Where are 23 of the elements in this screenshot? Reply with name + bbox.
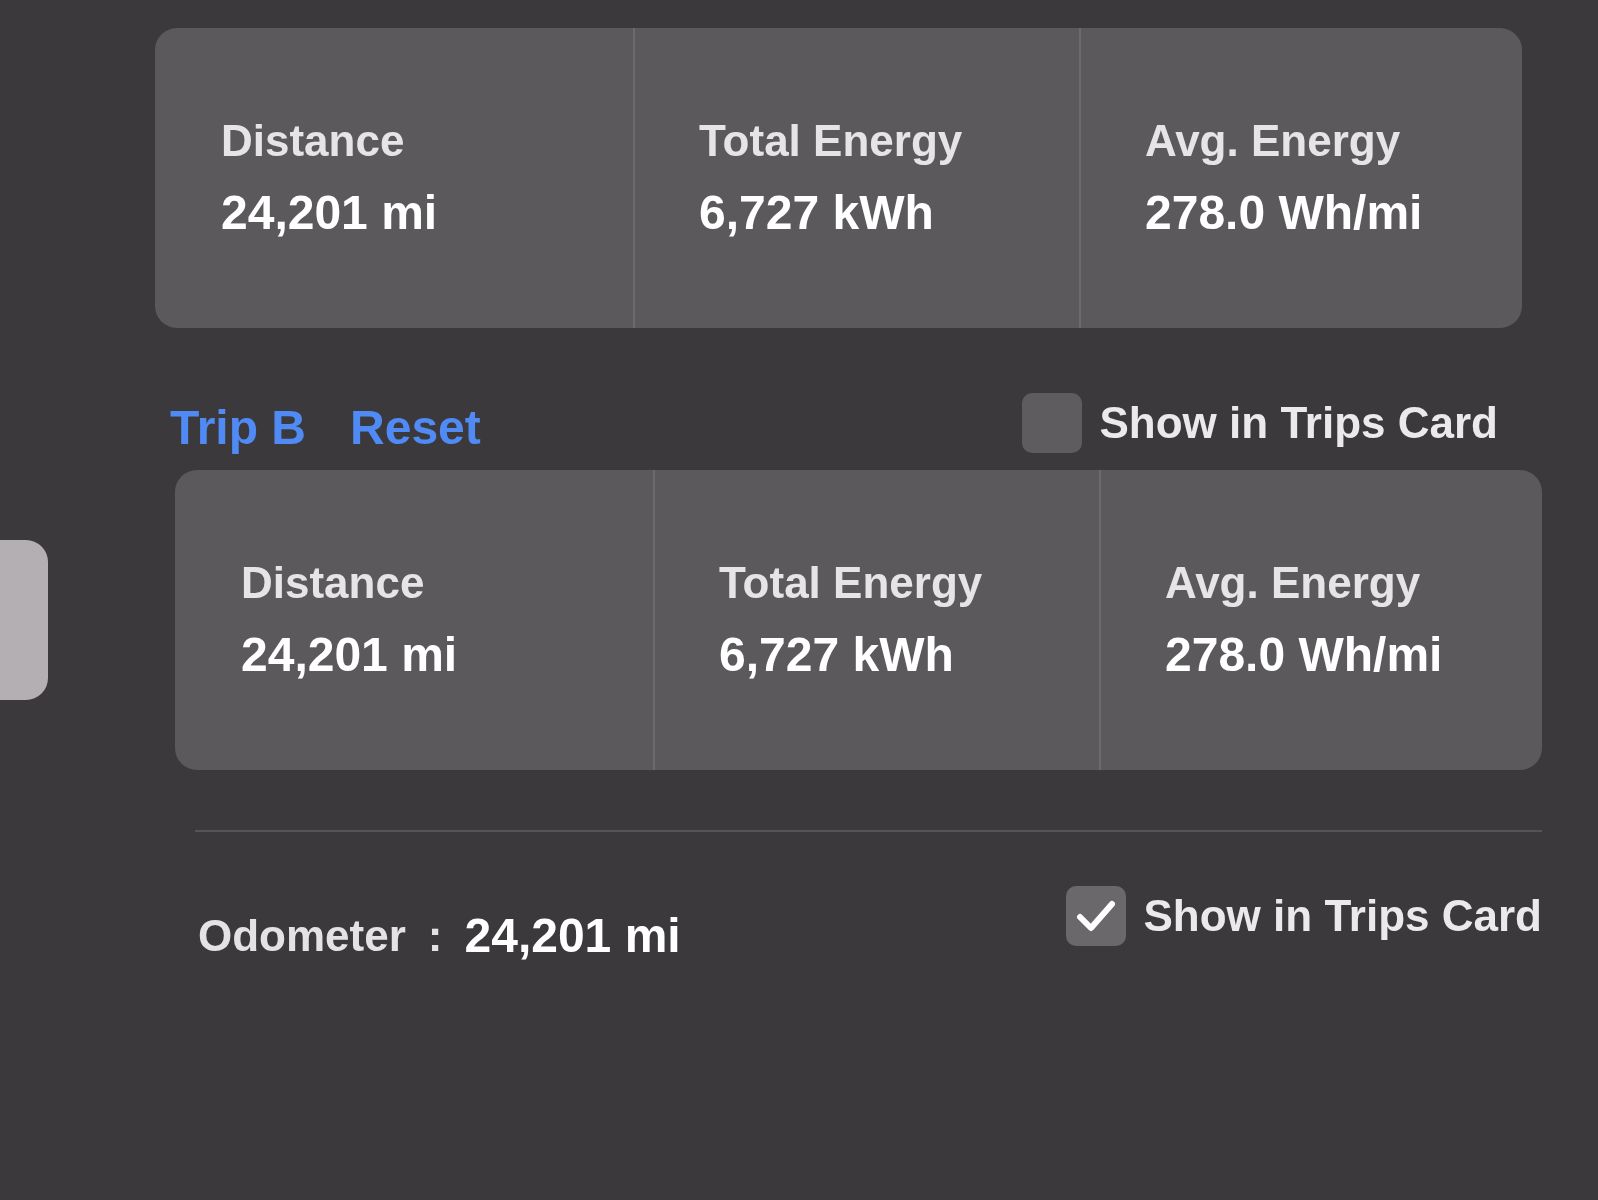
stat-value: 278.0 Wh/mi xyxy=(1145,189,1424,237)
stat-value: 278.0 Wh/mi xyxy=(1165,631,1444,679)
checkbox-label: Show in Trips Card xyxy=(1099,397,1498,449)
stat-value: 6,727 kWh xyxy=(719,631,955,679)
stat-label: Distance xyxy=(221,119,406,163)
stat-label: Total Energy xyxy=(719,561,984,605)
checkbox[interactable] xyxy=(1021,393,1082,453)
odometer-label: Odometer xyxy=(198,910,406,962)
stat-label: Avg. Energy xyxy=(1165,561,1422,605)
checkbox[interactable] xyxy=(1065,886,1126,946)
odometer-value: 24,201 mi xyxy=(464,908,681,964)
stat-value: 24,201 mi xyxy=(221,189,439,237)
side-panel-tab[interactable] xyxy=(0,540,48,700)
reset-link[interactable]: Reset xyxy=(350,404,481,452)
checkbox-label: Show in Trips Card xyxy=(1143,890,1542,942)
stat-label: Total Energy xyxy=(699,119,964,163)
trip-title: Trip B xyxy=(170,404,306,452)
stat-value: 24,201 mi xyxy=(241,631,459,679)
stat-label: Distance xyxy=(241,561,426,605)
odometer-separator: : xyxy=(427,910,443,962)
stat-label: Avg. Energy xyxy=(1145,119,1402,163)
check-icon xyxy=(1075,900,1116,932)
stat-value: 6,727 kWh xyxy=(699,189,935,237)
